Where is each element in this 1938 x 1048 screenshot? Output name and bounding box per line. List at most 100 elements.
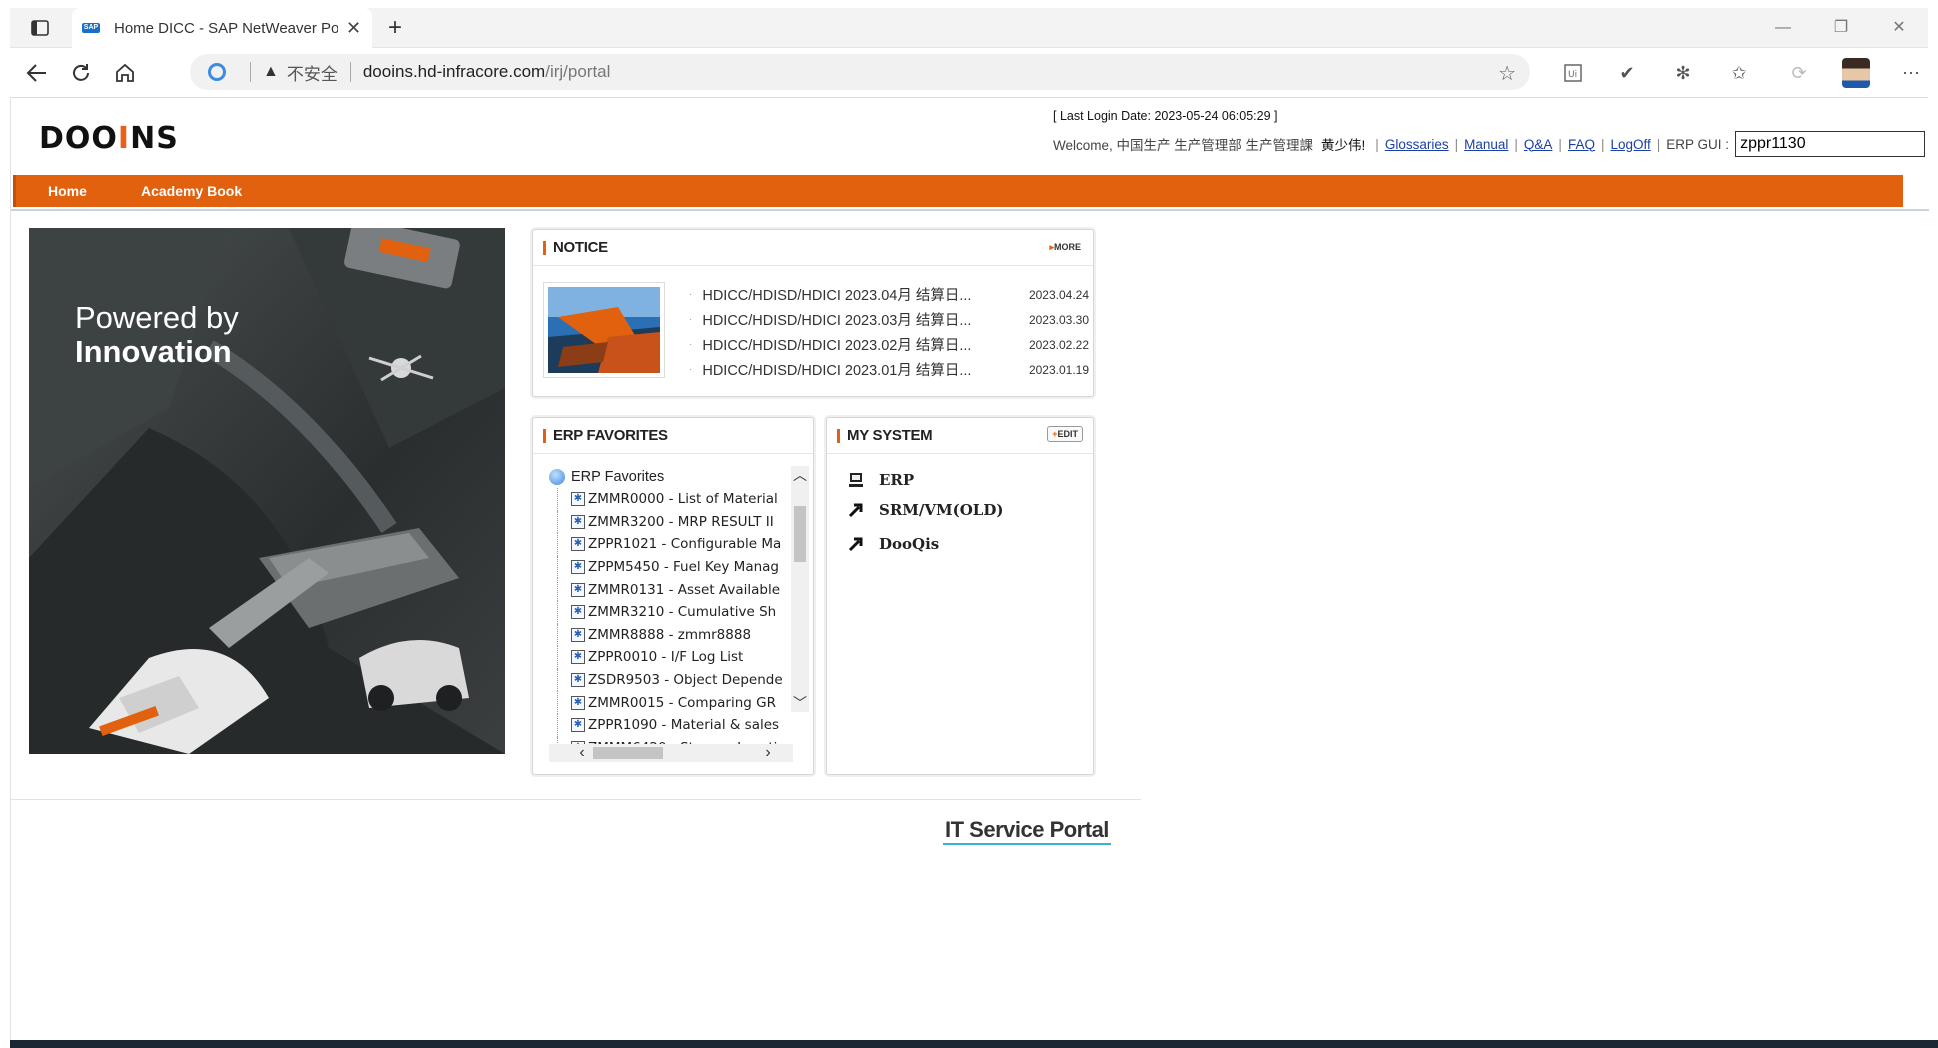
scroll-right-icon[interactable]: › xyxy=(759,744,777,762)
faq-link[interactable]: FAQ xyxy=(1568,137,1595,152)
collections-icon[interactable]: ⟳ xyxy=(1786,60,1812,86)
scroll-left-icon[interactable]: ‹ xyxy=(573,744,591,762)
menu-home[interactable]: Home xyxy=(48,175,87,207)
favorite-item[interactable]: ✱ ZMMR3210 - Cumulative Sh xyxy=(549,600,793,624)
scroll-up-icon[interactable]: ︿ xyxy=(791,466,809,484)
divider: | xyxy=(1454,136,1459,152)
vertical-scrollbar[interactable]: ︿ ﹀ xyxy=(791,466,809,712)
system-link-srm[interactable]: SRM/VM(OLD) xyxy=(847,498,1003,522)
favorite-label: ZPPM5450 - Fuel Key Manag xyxy=(588,559,780,576)
notice-item[interactable]: · HDICC/HDISD/HDICI 2023.04月 结算日... 2023.0… xyxy=(689,282,1089,307)
my-system-title: MY SYSTEM xyxy=(847,427,933,444)
refresh-icon[interactable] xyxy=(68,60,94,86)
notice-date: 2023.01.19 xyxy=(1028,362,1089,377)
url-field[interactable]: ▲ 不安全 dooins.hd-infracore.com/irj/portal… xyxy=(190,54,1530,90)
notice-item[interactable]: · HDICC/HDISD/HDICI 2023.01月 结算日... 2023.0… xyxy=(689,357,1089,382)
extension-ui-icon[interactable]: Ui xyxy=(1560,60,1586,86)
transaction-icon: ✱ xyxy=(571,514,585,529)
welcome-text: Welcome, 中国生产 生产管理部 生产管理課 xyxy=(1053,138,1314,153)
ie-mode-icon[interactable] xyxy=(208,63,226,81)
notice-more-button[interactable]: ▸MORE xyxy=(1049,242,1081,253)
divider: | xyxy=(1600,136,1605,152)
browser-tab[interactable]: SAP Home DICC - SAP NetWeaver Po ✕ xyxy=(72,8,372,48)
favorite-item[interactable]: ✱ ZMMR0131 - Asset Available xyxy=(549,578,793,601)
erp-gui-input[interactable] xyxy=(1735,131,1926,157)
menu-academy-book[interactable]: Academy Book xyxy=(141,175,242,207)
svg-text:Ui: Ui xyxy=(1568,70,1577,80)
favorite-item[interactable]: ✱ ZPPR1021 - Configurable Ma xyxy=(549,533,793,556)
favorites-root-label: ERP Favorites xyxy=(571,469,665,485)
user-name: 黄少伟! xyxy=(1321,138,1366,153)
favorite-item[interactable]: ✱ ZMMR8888 - zmmr8888 xyxy=(549,623,793,647)
section-marker xyxy=(543,241,546,255)
favorite-label: ZMMR3210 - Cumulative Sh xyxy=(588,604,777,621)
notice-item[interactable]: · HDICC/HDISD/HDICI 2023.02月 结算日... 2023.0… xyxy=(689,332,1089,357)
divider: | xyxy=(1514,136,1518,152)
favorite-label: ZMMR3200 - MRP RESULT II xyxy=(588,513,774,530)
manual-link[interactable]: Manual xyxy=(1464,137,1508,152)
favorite-item[interactable]: ✱ ZPPM5450 - Fuel Key Manag xyxy=(549,555,793,579)
transaction-icon: ✱ xyxy=(571,650,585,665)
transaction-icon: ✱ xyxy=(571,627,585,642)
scroll-down-icon[interactable]: ﹀ xyxy=(791,694,809,712)
my-system-edit-button[interactable]: +EDIT xyxy=(1047,426,1083,442)
dooins-logo[interactable]: DOOINS xyxy=(39,121,179,156)
hero-headline: Powered by xyxy=(75,300,239,335)
favorite-item[interactable]: ✱ ZMMR0015 - Comparing GR xyxy=(549,691,793,714)
favorite-item[interactable]: ✱ ZPPR1090 - Material & sales xyxy=(549,713,793,737)
excavator-photo xyxy=(548,287,660,373)
notice-text[interactable]: HDICC/HDISD/HDICI 2023.01月 结算日... xyxy=(702,359,992,380)
transaction-icon: ✱ xyxy=(571,695,585,710)
footer-divider xyxy=(11,799,1141,800)
shortcut-arrow-icon xyxy=(847,535,865,553)
favorite-label: ZMMR0131 - Asset Available xyxy=(588,581,781,598)
logoff-link[interactable]: LogOff xyxy=(1610,137,1650,152)
tab-close-icon[interactable]: ✕ xyxy=(346,18,361,39)
warning-icon[interactable]: ▲ xyxy=(263,63,279,81)
notice-thumbnail[interactable] xyxy=(543,282,665,378)
hero-banner[interactable]: Powered by Innovation xyxy=(29,228,505,754)
system-link-dooqis[interactable]: DooQis xyxy=(847,532,939,556)
system-link-erp[interactable]: ERP xyxy=(847,468,914,492)
erp-gui-label: ERP GUI : xyxy=(1666,136,1730,152)
notice-text[interactable]: HDICC/HDISD/HDICI 2023.03月 结算日... xyxy=(702,309,992,330)
notice-text[interactable]: HDICC/HDISD/HDICI 2023.02月 结算日... xyxy=(702,334,992,355)
notice-item[interactable]: · HDICC/HDISD/HDICI 2023.03月 结算日... 2023.0… xyxy=(689,307,1089,332)
extensions-puzzle-icon[interactable]: ✻ xyxy=(1670,60,1696,86)
notice-text[interactable]: HDICC/HDISD/HDICI 2023.04月 结算日... xyxy=(702,284,992,305)
profile-avatar[interactable] xyxy=(1842,58,1870,88)
restore-icon[interactable]: ❐ xyxy=(1812,16,1870,40)
bullet: · xyxy=(689,339,693,350)
more-menu-icon[interactable]: ⋯ xyxy=(1898,60,1924,86)
favorite-item[interactable]: ✱ ZPPR0010 - I/F Log List xyxy=(549,646,793,669)
window-close-icon[interactable]: ✕ xyxy=(1870,16,1928,40)
checkmark-extension-icon[interactable]: ✔ xyxy=(1614,60,1640,86)
favorites-tree[interactable]: ERP Favorites ✱ ZMMR0000 - List of Materi… xyxy=(549,466,793,748)
divider: | xyxy=(1558,136,1562,152)
os-taskbar xyxy=(10,1040,1938,1048)
favorites-root[interactable]: ERP Favorites xyxy=(549,466,793,488)
erp-favorites-header: ERP FAVORITES xyxy=(533,418,813,454)
add-favorite-icon[interactable]: ☆ xyxy=(1498,61,1516,86)
home-icon[interactable] xyxy=(112,60,138,86)
transaction-icon: ✱ xyxy=(571,605,585,620)
scroll-thumb[interactable] xyxy=(794,506,806,562)
tab-actions-icon[interactable] xyxy=(26,16,54,40)
qa-link[interactable]: Q&A xyxy=(1524,137,1553,152)
tab-bar: SAP Home DICC - SAP NetWeaver Po ✕ + — ❐… xyxy=(10,8,1928,48)
transaction-icon: ✱ xyxy=(571,537,585,552)
glossaries-link[interactable]: Glossaries xyxy=(1385,137,1449,152)
horizontal-scrollbar[interactable]: ‹ › xyxy=(549,744,793,762)
favorite-item[interactable]: ✱ ZMMR0000 - List of Material xyxy=(549,488,793,511)
scroll-thumb[interactable] xyxy=(593,747,663,759)
back-icon[interactable] xyxy=(24,60,50,86)
it-service-portal-link[interactable]: IT Service Portal xyxy=(943,817,1111,845)
minimize-icon[interactable]: — xyxy=(1754,16,1812,40)
address-bar: ▲ 不安全 dooins.hd-infracore.com/irj/portal… xyxy=(10,48,1928,98)
transaction-icon: ✱ xyxy=(571,582,585,597)
favorites-icon[interactable]: ✩ xyxy=(1726,60,1752,86)
favorite-item[interactable]: ✱ ZSDR9503 - Object Depende xyxy=(549,668,793,692)
erp-favorites-title: ERP FAVORITES xyxy=(553,427,668,444)
new-tab-icon[interactable]: + xyxy=(388,16,402,40)
favorite-item[interactable]: ✱ ZMMR3200 - MRP RESULT II xyxy=(549,510,793,534)
